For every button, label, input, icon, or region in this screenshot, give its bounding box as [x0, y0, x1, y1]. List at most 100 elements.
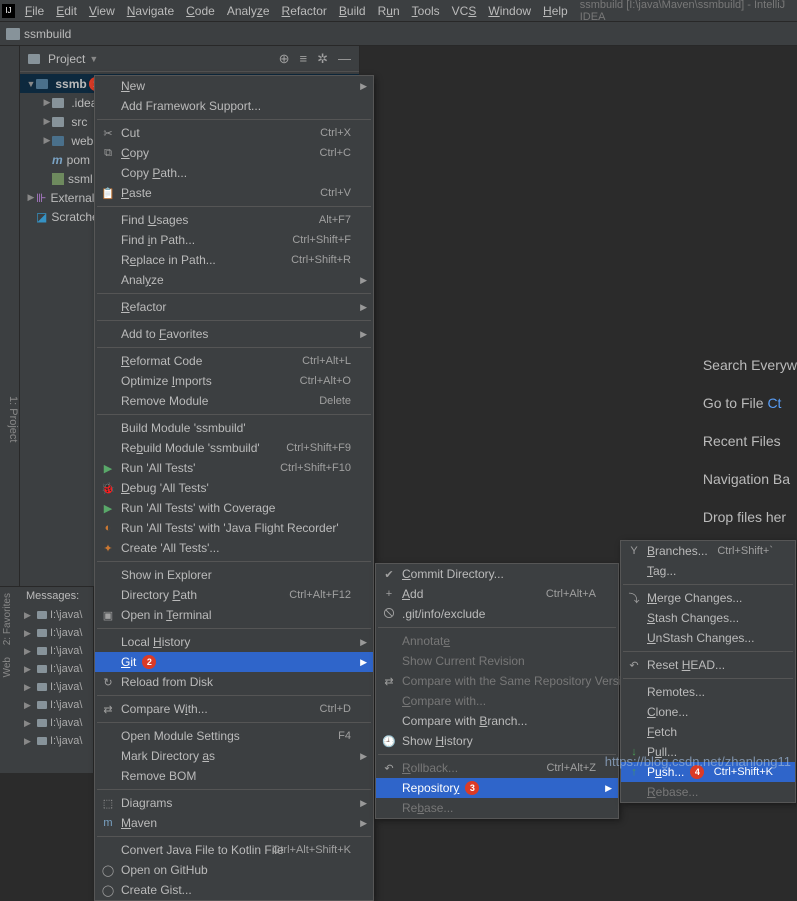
message-row[interactable]: ▶I:\java\	[20, 678, 93, 696]
message-row[interactable]: ▶I:\java\	[20, 642, 93, 660]
menu-navigate[interactable]: Navigate	[121, 2, 180, 20]
menu-item[interactable]: Git▶2	[95, 652, 373, 672]
menu-item[interactable]: Repository▶3	[376, 778, 618, 798]
menu-item[interactable]: Copy Path...	[95, 163, 373, 183]
menu-label: Compare with...	[402, 694, 486, 708]
folder-icon	[37, 701, 47, 709]
menu-item[interactable]: Tag...	[621, 561, 795, 581]
menu-item[interactable]: ↻Reload from Disk	[95, 672, 373, 692]
menu-edit[interactable]: Edit	[50, 2, 83, 20]
menu-item[interactable]: ⤵Merge Changes...	[621, 588, 795, 608]
menu-window[interactable]: Window	[482, 2, 537, 20]
menu-item[interactable]: 🐞Debug 'All Tests'	[95, 478, 373, 498]
menu-item[interactable]: 🛇.git/info/exclude	[376, 604, 618, 624]
breadcrumb-project[interactable]: ssmbuild	[24, 27, 71, 41]
menu-item[interactable]: Find in Path...Ctrl+Shift+F	[95, 230, 373, 250]
menu-item[interactable]: ⇄Compare With...Ctrl+D	[95, 699, 373, 719]
menu-label: Replace in Path...	[121, 253, 216, 267]
context-menu-project: New▶Add Framework Support... ✂CutCtrl+X⧉C…	[94, 75, 374, 901]
menu-item[interactable]: Local History▶	[95, 632, 373, 652]
menu-item[interactable]: Remove ModuleDelete	[95, 391, 373, 411]
collapse-icon[interactable]: —	[338, 51, 351, 67]
menu-item[interactable]: ✔Commit Directory...	[376, 564, 618, 584]
menu-run[interactable]: Run	[372, 2, 406, 20]
message-row[interactable]: ▶I:\java\	[20, 606, 93, 624]
menu-item[interactable]: ◯Create Gist...	[95, 880, 373, 900]
menu-item[interactable]: Compare with Branch...	[376, 711, 618, 731]
menu-item: ⇄Compare with the Same Repository Versio…	[376, 671, 618, 691]
menu-item[interactable]: ⧉CopyCtrl+C	[95, 143, 373, 163]
menu-icon: ▣	[101, 609, 115, 622]
menu-label: Run 'All Tests' with 'Java Flight Record…	[121, 521, 339, 535]
menu-item[interactable]: ✦Create 'All Tests'...	[95, 538, 373, 558]
menu-build[interactable]: Build	[333, 2, 372, 20]
messages-panel-header[interactable]: Messages:	[20, 586, 94, 605]
menu-item[interactable]: Add to Favorites▶	[95, 324, 373, 344]
menu-item[interactable]: YBranches...Ctrl+Shift+`	[621, 541, 795, 561]
menu-item[interactable]: ⬚Diagrams▶	[95, 793, 373, 813]
menu-item[interactable]: Show in Explorer	[95, 565, 373, 585]
menu-item[interactable]: 📋PasteCtrl+V	[95, 183, 373, 203]
menu-refactor[interactable]: Refactor	[276, 2, 333, 20]
message-row[interactable]: ▶I:\java\	[20, 732, 93, 750]
menu-item[interactable]: Find UsagesAlt+F7	[95, 210, 373, 230]
submenu-arrow-icon: ▶	[360, 275, 367, 286]
menu-label: Fetch	[647, 725, 677, 739]
menu-item[interactable]: Build Module 'ssmbuild'	[95, 418, 373, 438]
menu-item[interactable]: ▶Run 'All Tests' with Coverage	[95, 498, 373, 518]
menu-item[interactable]: Mark Directory as▶	[95, 746, 373, 766]
menu-help[interactable]: Help	[537, 2, 574, 20]
menu-item[interactable]: Clone...	[621, 702, 795, 722]
menu-item[interactable]: mMaven▶	[95, 813, 373, 833]
submenu-arrow-icon: ▶	[360, 329, 367, 340]
message-row[interactable]: ▶I:\java\	[20, 660, 93, 678]
menu-item[interactable]: Stash Changes...	[621, 608, 795, 628]
tip-search-everywhere: Search Everyw	[703, 346, 797, 384]
submenu-arrow-icon: ▶	[360, 657, 367, 668]
menu-item[interactable]: Rebuild Module 'ssmbuild'Ctrl+Shift+F9	[95, 438, 373, 458]
message-row[interactable]: ▶I:\java\	[20, 696, 93, 714]
message-row[interactable]: ▶I:\java\	[20, 714, 93, 732]
menu-item[interactable]: +AddCtrl+Alt+A	[376, 584, 618, 604]
target-icon[interactable]: ⊕	[279, 51, 290, 67]
menu-item[interactable]: Replace in Path...Ctrl+Shift+R	[95, 250, 373, 270]
web-tab[interactable]: Web	[0, 651, 15, 683]
menu-item[interactable]: ◐Run 'All Tests' with 'Java Flight Recor…	[95, 518, 373, 538]
menu-item[interactable]: Reformat CodeCtrl+Alt+L	[95, 351, 373, 371]
menu-item[interactable]: Remotes...	[621, 682, 795, 702]
menu-item[interactable]: ▶Run 'All Tests'Ctrl+Shift+F10	[95, 458, 373, 478]
menu-item[interactable]: ◯Open on GitHub	[95, 860, 373, 880]
menu-item[interactable]: Refactor▶	[95, 297, 373, 317]
menu-item[interactable]: Add Framework Support...	[95, 96, 373, 116]
menu-item[interactable]: Directory PathCtrl+Alt+F12	[95, 585, 373, 605]
menu-item[interactable]: 🕘Show History	[376, 731, 618, 751]
menu-item[interactable]: Open Module SettingsF4	[95, 726, 373, 746]
scratch-icon: ◪	[36, 210, 47, 224]
menu-item[interactable]: New▶	[95, 76, 373, 96]
gear-icon[interactable]: ✲	[317, 51, 328, 67]
chevron-down-icon[interactable]: ▼	[89, 54, 98, 64]
menu-item[interactable]: Convert Java File to Kotlin FileCtrl+Alt…	[95, 840, 373, 860]
menu-vcs[interactable]: VCS	[446, 2, 483, 20]
message-row[interactable]: ▶I:\java\	[20, 624, 93, 642]
menu-item[interactable]: Fetch	[621, 722, 795, 742]
menu-item[interactable]: UnStash Changes...	[621, 628, 795, 648]
folder-icon	[37, 647, 47, 655]
shortcut: Ctrl+Alt+Z	[546, 762, 596, 774]
menu-item[interactable]: ↶Reset HEAD...	[621, 655, 795, 675]
submenu-arrow-icon: ▶	[360, 302, 367, 313]
menu-item[interactable]: Analyze▶	[95, 270, 373, 290]
menu-analyze[interactable]: Analyze	[221, 2, 276, 20]
menu-tools[interactable]: Tools	[406, 2, 446, 20]
menu-file[interactable]: File	[19, 2, 50, 20]
menu-item[interactable]: ▣Open in Terminal	[95, 605, 373, 625]
menu-view[interactable]: View	[83, 2, 121, 20]
menu-code[interactable]: Code	[180, 2, 221, 20]
shortcut: Ctrl+V	[320, 187, 351, 199]
menu-item[interactable]: ✂CutCtrl+X	[95, 123, 373, 143]
sort-icon[interactable]: ≡	[300, 51, 308, 67]
menu-item[interactable]: Optimize ImportsCtrl+Alt+O	[95, 371, 373, 391]
menu-item[interactable]: Remove BOM	[95, 766, 373, 786]
project-panel-title[interactable]: Project	[48, 52, 85, 66]
favorites-tab[interactable]: 2: Favorites	[0, 587, 15, 651]
